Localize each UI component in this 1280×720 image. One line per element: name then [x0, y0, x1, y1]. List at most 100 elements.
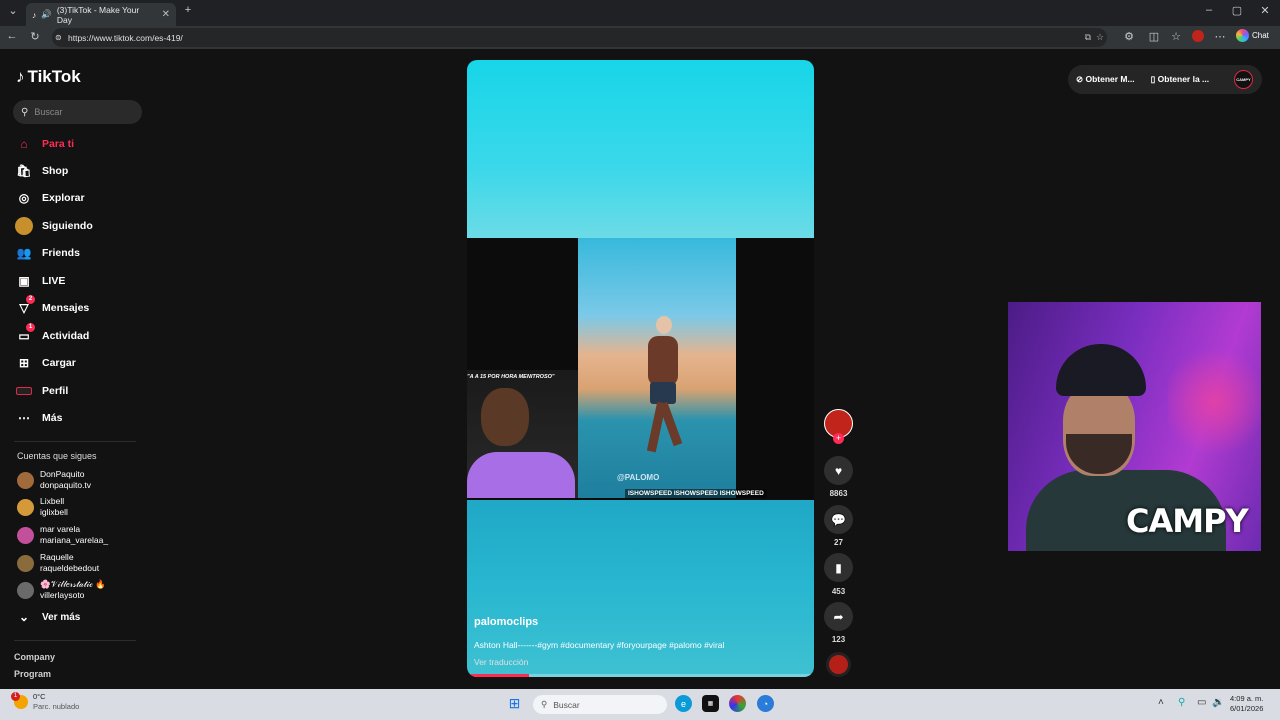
favorites-icon[interactable]: ☆: [1168, 30, 1184, 43]
browser-tab-bar: ⌄ ♪ 🔊 (3)TikTok - Make Your Day ✕ + – ▢ …: [0, 0, 1280, 26]
url-field[interactable]: ⊜ https://www.tiktok.com/es-419/ ⧉ ☆: [52, 28, 1107, 47]
nav-label: Cargar: [42, 357, 76, 369]
nav-item-mensajes[interactable]: ▽ 2 Mensajes: [14, 295, 144, 319]
browser-tab[interactable]: ♪ 🔊 (3)TikTok - Make Your Day ✕: [26, 3, 176, 26]
back-icon[interactable]: ←: [4, 30, 20, 42]
windows-start-icon[interactable]: ⊞: [506, 695, 523, 712]
nav-item-shop[interactable]: 🛍 Shop: [14, 160, 144, 182]
video-author[interactable]: palomoclips: [474, 616, 538, 628]
following-account[interactable]: Lixbell iglixbell: [17, 495, 68, 519]
tray-app-icon[interactable]: ⚲: [1178, 697, 1185, 708]
following-account[interactable]: Raquelle raqueldebedout: [17, 551, 99, 575]
nav-item-perfil[interactable]: Perfil: [14, 380, 144, 402]
copilot-chat-button[interactable]: Chat: [1236, 29, 1269, 42]
runner-figure: [638, 316, 686, 466]
video-frame-water: [467, 500, 814, 677]
extensions-icon[interactable]: ⚙: [1121, 30, 1137, 43]
avatar: [17, 554, 34, 572]
following-avatar-icon: [14, 216, 34, 236]
tiktok-logo[interactable]: ♪ TikTok: [16, 67, 81, 87]
activity-badge: 1: [26, 323, 35, 332]
audio-playing-icon[interactable]: 🔊: [41, 9, 52, 20]
following-account[interactable]: DonPaquito donpaquito.tv: [17, 468, 91, 492]
network-icon[interactable]: ▭: [1197, 697, 1206, 708]
volume-icon[interactable]: 🔉: [1212, 697, 1224, 708]
video-player[interactable]: @PALOMO ISHOWSPEED ISHOWSPEED ISHOWSPEED…: [467, 60, 814, 677]
see-more-button[interactable]: ⌄ Ver más: [14, 606, 144, 628]
tab-close-icon[interactable]: ✕: [162, 9, 170, 20]
nav-label: Perfil: [42, 385, 69, 397]
edge-browser-icon[interactable]: e: [675, 695, 692, 712]
nav-item-friends[interactable]: 👥 Friends: [14, 242, 144, 264]
nav-item-para-ti[interactable]: ⌂ Para ti: [14, 133, 144, 155]
like-button[interactable]: ♥: [824, 456, 853, 485]
tray-overflow-icon[interactable]: ˄: [1158, 697, 1164, 708]
share-count: 123: [831, 635, 846, 644]
new-tab-icon[interactable]: +: [179, 4, 197, 16]
messenger-app-icon[interactable]: ◔: [757, 695, 774, 712]
footer-link-program[interactable]: Program: [14, 669, 51, 679]
weather-widget[interactable]: 1 0°C Parc. nublado: [11, 692, 80, 712]
split-screen-icon[interactable]: ◫: [1146, 30, 1162, 43]
get-app-button[interactable]: ▯ Obtener la ...: [1151, 74, 1210, 85]
nav-item-actividad[interactable]: ▭ 1 Actividad: [14, 323, 144, 347]
taskbar-search[interactable]: ⚲ Buscar: [533, 695, 667, 714]
copilot-icon: [1236, 29, 1249, 42]
save-count: 453: [831, 587, 846, 596]
window-close-icon[interactable]: ✕: [1256, 4, 1274, 17]
tab-actions-icon[interactable]: ⌄: [4, 4, 22, 17]
more-icon: ⋯: [18, 411, 30, 425]
account-handle: donpaquito.tv: [40, 480, 92, 490]
game-app-icon[interactable]: ▦: [702, 695, 719, 712]
avatar: [17, 581, 34, 599]
url-text: https://www.tiktok.com/es-419/: [68, 32, 183, 43]
avatar: [17, 471, 34, 489]
maximize-icon[interactable]: ▢: [1228, 4, 1246, 17]
user-avatar[interactable]: CAMPY: [1234, 70, 1253, 89]
tiktok-note-icon: ♪: [16, 67, 25, 86]
nav-item-live[interactable]: ▣ LIVE: [14, 270, 144, 292]
nav-item-cargar[interactable]: ⊞ Cargar: [14, 352, 144, 374]
search-icon: ⚲: [541, 699, 548, 709]
weather-icon: 1: [11, 692, 28, 709]
following-account[interactable]: mar varela mariana_varelaa_: [17, 523, 108, 547]
nav-item-siguiendo[interactable]: Siguiendo: [14, 215, 144, 237]
logo-text: TikTok: [27, 67, 81, 86]
video-description[interactable]: Ashton Hall-------#gym #documentary #for…: [474, 640, 724, 650]
share-button[interactable]: ➦: [824, 602, 853, 631]
save-button[interactable]: ▮: [824, 553, 853, 582]
follow-plus-icon[interactable]: +: [833, 433, 844, 444]
favorite-star-icon[interactable]: ☆: [1096, 32, 1104, 43]
app-icon[interactable]: [729, 695, 746, 712]
reload-icon[interactable]: ↻: [27, 30, 43, 43]
like-count: 8863: [829, 489, 848, 498]
weather-desc: Parc. nublado: [33, 702, 80, 711]
following-account[interactable]: 🌸𝒱𝒾𝓁𝓁𝑒𝓇𝓈𝓉𝒶𝓉𝒾𝒸 🔥 villerlaysoto: [17, 578, 106, 602]
search-input[interactable]: ⚲ Buscar: [13, 100, 142, 124]
site-info-icon[interactable]: ⊜: [55, 33, 62, 42]
tiktok-favicon-icon: ♪: [32, 9, 37, 20]
footer-link-company[interactable]: Company: [14, 652, 55, 662]
video-progress-fill: [467, 674, 530, 677]
heart-icon: ♥: [834, 463, 843, 478]
os-taskbar: 1 0°C Parc. nublado ⊞ ⚲ Buscar e ▦ ◔ ˄ ⚲ …: [0, 689, 1280, 720]
nav-label: Para ti: [42, 138, 75, 150]
search-icon: ⚲: [21, 106, 29, 118]
account-name: DonPaquito: [40, 469, 85, 479]
account-handle: villerlaysoto: [40, 590, 85, 600]
taskbar-clock[interactable]: 4:09 a. m. 6/01/2026: [1230, 694, 1263, 714]
get-coins-button[interactable]: ⊘ Obtener M...: [1076, 74, 1135, 85]
profile-avatar[interactable]: [1190, 30, 1206, 45]
video-social-handles: ISHOWSPEED ISHOWSPEED ISHOWSPEED: [625, 489, 767, 498]
nav-item-mas[interactable]: ⋯ Más: [14, 407, 144, 429]
translate-link[interactable]: Ver traducción: [474, 657, 528, 667]
minimize-icon[interactable]: –: [1200, 4, 1218, 16]
video-frame-sky: [467, 60, 814, 238]
open-in-app-icon[interactable]: ⧉: [1085, 32, 1091, 43]
nav-item-explorar[interactable]: ◎ Explorar: [14, 187, 144, 209]
music-disc-icon[interactable]: [826, 652, 851, 677]
comment-button[interactable]: 💬: [824, 505, 853, 534]
sidebar-divider: [14, 441, 136, 442]
top-right-actions: ⊘ Obtener M... ▯ Obtener la ... CAMPY: [1068, 65, 1262, 94]
browser-menu-icon[interactable]: ⋯: [1212, 30, 1228, 43]
